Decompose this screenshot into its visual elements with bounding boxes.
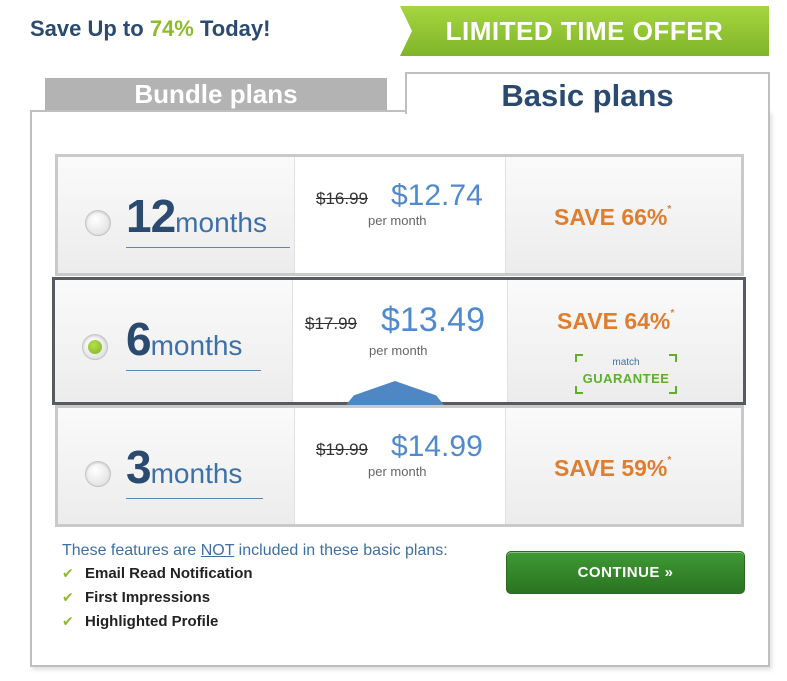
per-month-label: per month — [368, 213, 427, 228]
guarantee-label: GUARANTEE — [582, 371, 670, 386]
limited-time-offer-banner: LIMITED TIME OFFER — [400, 6, 769, 56]
save-asterisk: * — [667, 455, 672, 467]
headline-prefix: Save Up to — [30, 16, 150, 41]
feature-item: ✔ Highlighted Profile — [62, 613, 218, 630]
plan-term-unit: months — [150, 458, 243, 489]
old-price: $17.99 — [305, 314, 357, 333]
save-percent: SAVE 59%* — [554, 455, 672, 481]
features-not-label: NOT — [200, 542, 235, 559]
tab-bundle-plans[interactable]: Bundle plans — [45, 78, 387, 110]
check-icon: ✔ — [62, 613, 74, 629]
radio-icon-selected[interactable] — [82, 334, 108, 360]
old-price: $19.99 — [316, 440, 368, 459]
new-price: $12.74 — [391, 179, 483, 212]
radio-icon[interactable] — [85, 461, 111, 487]
headline: Save Up to 74% Today! — [30, 16, 270, 42]
save-percent: SAVE 66%* — [554, 204, 672, 230]
per-month-label: per month — [369, 343, 428, 358]
headline-percent: 74% — [149, 16, 194, 41]
plan-term-number: 12 — [126, 190, 176, 242]
radio-selected-dot — [88, 340, 102, 354]
check-icon: ✔ — [62, 565, 74, 581]
plan-option-3-months[interactable]: 3months $19.99 $14.99 per month SAVE 59%… — [55, 405, 744, 527]
feature-label: Email Read Notification — [85, 565, 253, 582]
plan-term-unit: months — [150, 330, 243, 361]
plan-term: 12months — [126, 189, 290, 248]
plan-term: 6months — [126, 312, 261, 371]
headline-suffix: Today! — [193, 16, 271, 41]
feature-label: Highlighted Profile — [85, 613, 219, 630]
plan-option-12-months[interactable]: 12months $16.99 $12.74 per month SAVE 66… — [55, 154, 744, 276]
price-box: $19.99 $14.99 per month — [294, 408, 506, 524]
new-price: $13.49 — [381, 301, 485, 339]
save-percent: SAVE 64%* — [557, 308, 675, 334]
plan-term-number: 6 — [126, 313, 152, 365]
feature-item: ✔ First Impressions — [62, 589, 210, 606]
continue-button[interactable]: CONTINUE » — [506, 551, 745, 594]
plan-term-unit: months — [175, 207, 267, 238]
match-guarantee-badge: match GUARANTEE — [575, 354, 677, 394]
per-month-label: per month — [368, 464, 427, 479]
new-price: $14.99 — [391, 430, 483, 463]
save-asterisk: * — [670, 308, 675, 320]
plan-term-number: 3 — [126, 441, 152, 493]
guarantee-brand: match — [612, 357, 640, 368]
feature-item: ✔ Email Read Notification — [62, 565, 253, 582]
feature-label: First Impressions — [85, 589, 211, 606]
old-price: $16.99 — [316, 189, 368, 208]
tab-basic-plans[interactable]: Basic plans — [405, 72, 770, 114]
radio-icon[interactable] — [85, 210, 111, 236]
plan-term: 3months — [126, 440, 263, 499]
save-asterisk: * — [667, 204, 672, 216]
features-not-included-title: These features are NOT included in these… — [62, 542, 448, 559]
price-box: $16.99 $12.74 per month — [294, 157, 506, 273]
check-icon: ✔ — [62, 589, 74, 605]
